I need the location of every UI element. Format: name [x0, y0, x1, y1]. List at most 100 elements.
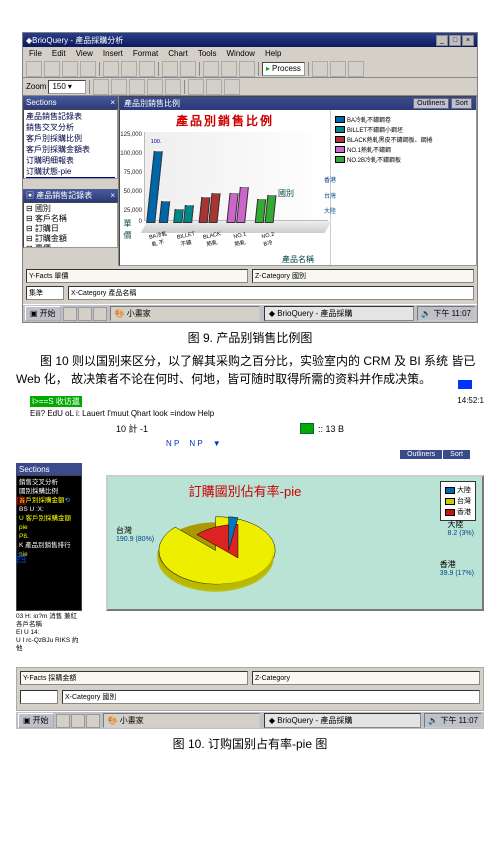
x-category-drop[interactable]: X-Category 產品名稱 — [68, 286, 474, 300]
chart-icon[interactable] — [203, 61, 219, 77]
nav-next[interactable]: N P — [189, 439, 202, 448]
grid-icon[interactable] — [206, 79, 222, 95]
chevron-down-icon[interactable]: ▼ — [213, 439, 221, 448]
separator — [158, 62, 159, 76]
quick-icon[interactable] — [93, 307, 107, 321]
palette-icon[interactable] — [129, 79, 145, 95]
nav-prev[interactable]: N P — [166, 439, 179, 448]
list-item[interactable]: 客戶別採購比例 — [26, 133, 115, 144]
task-brioquery[interactable]: ◆ BrioQuery - 產品採購 — [264, 713, 421, 728]
grid-icon[interactable] — [188, 79, 204, 95]
sections-list[interactable]: 產品銷售記錄表 銷售交叉分析 客戶別採購比例 客戶別採購金額表 订購明细報表 订… — [23, 109, 118, 179]
copy-icon[interactable] — [121, 61, 137, 77]
list-item[interactable]: ⊟ 國別 — [26, 204, 115, 214]
close-icon[interactable]: × — [110, 191, 115, 200]
y-tick: 0 — [120, 219, 142, 225]
palette-icon[interactable] — [147, 79, 163, 95]
list-item[interactable]: ⊟ 訂購金額 — [26, 234, 115, 244]
list-item[interactable]: 國別採購比例 — [19, 487, 79, 496]
legend-swatch — [445, 498, 455, 505]
cluster-drop[interactable]: 集準 — [26, 286, 64, 300]
cluster-drop[interactable] — [20, 690, 58, 704]
open-icon[interactable] — [44, 61, 60, 77]
quick-icon[interactable] — [86, 714, 100, 728]
separator — [99, 62, 100, 76]
start-button[interactable]: ▣ 开始 — [18, 713, 54, 728]
start-button[interactable]: ▣ 开始 — [25, 306, 61, 321]
list-item[interactable]: K 產品別銷售排行 — [19, 541, 79, 550]
z-category-drop[interactable]: Z-Category — [252, 671, 480, 685]
list-item[interactable]: ⊟ 訂購日 — [26, 224, 115, 234]
list-item[interactable]: U 客戶別採購金額 pie — [19, 514, 79, 532]
menu-edit[interactable]: Edit — [52, 49, 66, 58]
fig10-menubar[interactable]: Eili? EdU oL i: Lauert I'muut Qhart look… — [30, 409, 484, 418]
y-facts-drop[interactable]: Y-Facts 單價 — [26, 269, 248, 283]
redo-icon[interactable] — [180, 61, 196, 77]
paste-icon[interactable] — [139, 61, 155, 77]
list-item[interactable]: BS U :X: — [19, 505, 79, 514]
close-icon[interactable]: × — [110, 98, 115, 107]
menu-file[interactable]: File — [29, 49, 42, 58]
close-icon[interactable]: × — [462, 35, 474, 46]
fig9-menubar: File Edit View Insert Format Chart Tools… — [23, 47, 477, 60]
menu-help[interactable]: Help — [265, 49, 281, 58]
list-item[interactable]: ⊟ 客戶名稱 — [26, 214, 115, 224]
new-icon[interactable] — [26, 61, 42, 77]
tab-outliners[interactable]: Outliners — [400, 450, 442, 459]
menu-chart[interactable]: Chart — [168, 49, 188, 58]
list-item[interactable]: ⊟ 賣價 — [26, 244, 115, 248]
menu-view[interactable]: View — [76, 49, 93, 58]
task-paint[interactable]: 🎨 小畫家 — [103, 713, 260, 728]
list-item[interactable]: 銷售交叉分析 — [26, 122, 115, 133]
task-paint[interactable]: 🎨 小畫家 — [110, 306, 260, 321]
home-label: :: 13 B — [318, 424, 344, 434]
z-category-drop[interactable]: Z-Category 國別 — [252, 269, 474, 283]
catalog-list[interactable]: ⊟ 國別 ⊟ 客戶名稱 ⊟ 訂購日 ⊟ 訂購金額 ⊟ 賣價 — [23, 202, 118, 248]
legend-label: 香港 — [457, 507, 471, 517]
menu-tools[interactable]: Tools — [198, 49, 217, 58]
outliners-button[interactable]: Outliners — [413, 98, 449, 109]
quick-icon[interactable] — [56, 714, 70, 728]
menu-insert[interactable]: Insert — [103, 49, 123, 58]
bars-3d: 125,000 100,000 75,000 50,000 25,000 0 1… — [144, 132, 328, 237]
zoom-combo[interactable]: 150▾ — [48, 80, 86, 94]
minimize-icon[interactable]: _ — [436, 35, 448, 46]
y-facts-drop[interactable]: Y-Facts 採購金額 — [20, 671, 248, 685]
style-icon[interactable] — [330, 61, 346, 77]
list-item[interactable]: 订購狀態-pie — [26, 166, 115, 177]
process-button[interactable]: ▸Process — [262, 62, 305, 76]
menu-window[interactable]: Window — [227, 49, 255, 58]
menu-format[interactable]: Format — [133, 49, 158, 58]
cut-icon[interactable] — [103, 61, 119, 77]
list-item[interactable]: 客戶別採購金額⟲ — [19, 496, 79, 505]
list-item[interactable]: P8. — [19, 532, 79, 541]
list-item-selected[interactable]: pie — [19, 550, 79, 559]
undo-icon[interactable] — [162, 61, 178, 77]
quick-icon[interactable] — [63, 307, 77, 321]
grid-icon[interactable] — [224, 79, 240, 95]
sort-button[interactable]: Sort — [451, 98, 472, 109]
task-brioquery[interactable]: ◆ BrioQuery - 產品採購 — [264, 306, 414, 321]
quick-icon[interactable] — [71, 714, 85, 728]
palette-icon[interactable] — [111, 79, 127, 95]
list-item[interactable]: 產品銷售記錄表 — [26, 111, 115, 122]
home-icon[interactable] — [300, 423, 314, 434]
pivot-icon[interactable] — [221, 61, 237, 77]
font-icon[interactable] — [93, 79, 109, 95]
maximize-icon[interactable]: □ — [449, 35, 461, 46]
fig9-caption: 图 9. 产品别销售比例图 — [0, 329, 500, 346]
list-item[interactable]: 订購明细報表 — [26, 155, 115, 166]
y-tick: 50,000 — [120, 189, 142, 195]
style-icon[interactable] — [312, 61, 328, 77]
list-item[interactable]: 客戶別採購金額表 — [26, 144, 115, 155]
list-item[interactable]: 銷售交叉分析 — [19, 478, 79, 487]
save-icon[interactable] — [62, 61, 78, 77]
quick-icon[interactable] — [78, 307, 92, 321]
style-icon[interactable] — [348, 61, 364, 77]
palette-icon[interactable] — [165, 79, 181, 95]
x-category-drop[interactable]: X-Category 國別 — [62, 690, 480, 704]
tab-sort[interactable]: Sort — [443, 450, 470, 459]
print-icon[interactable] — [80, 61, 96, 77]
report-icon[interactable] — [239, 61, 255, 77]
legend-swatch — [445, 509, 455, 516]
